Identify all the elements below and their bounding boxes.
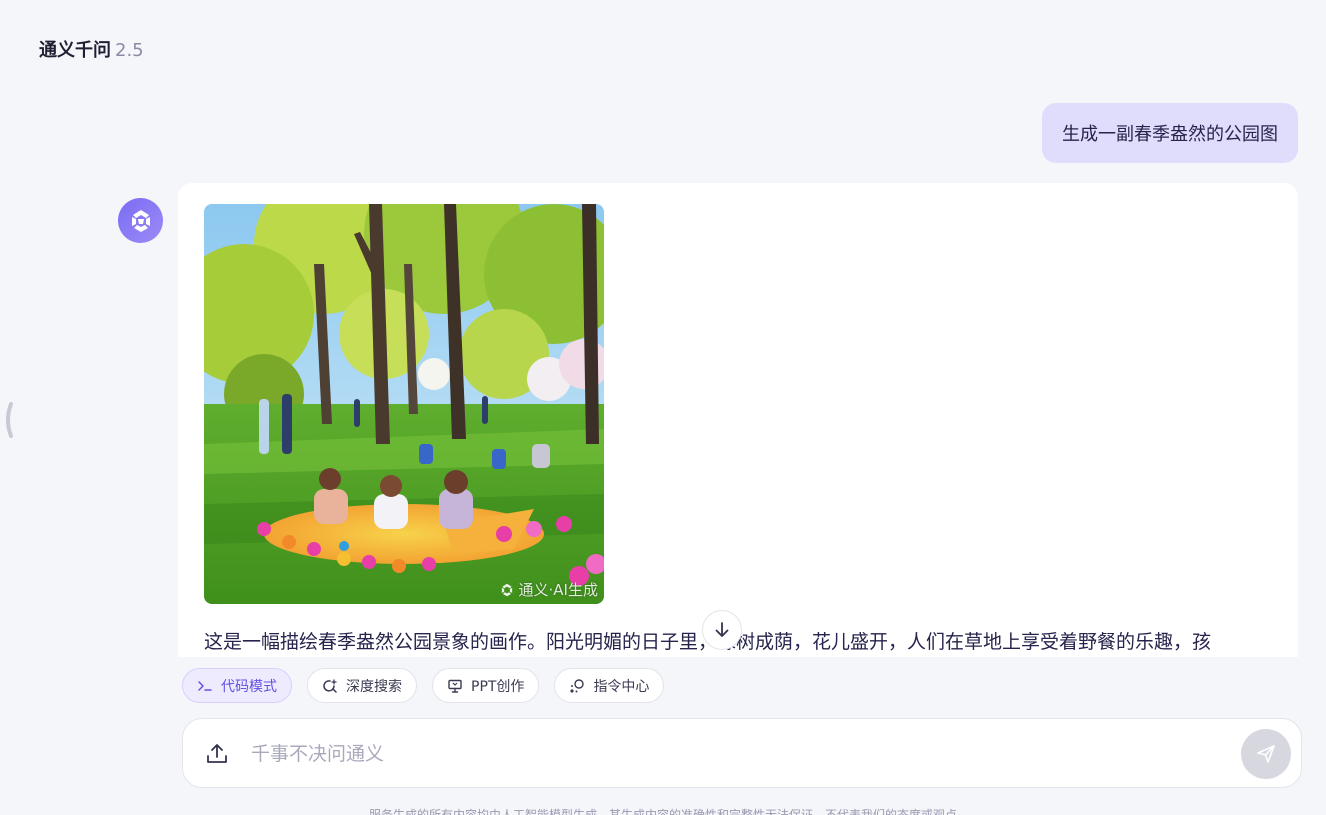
terminal-icon xyxy=(198,680,212,691)
disclaimer-text: 服务生成的所有内容均由人工智能模型生成，其生成内容的准确性和完整性无法保证，不代… xyxy=(368,808,957,815)
user-message-text: 生成一副春季盎然的公园图 xyxy=(1062,124,1278,145)
park-scene-image xyxy=(204,204,604,604)
ppt-creation-label: PPT创作 xyxy=(471,678,525,695)
chat-page: 通义千问 2.5 生成一副春季盎然的公园图 通义·AI生成 代码模式 深度搜索 … xyxy=(0,0,1326,815)
presentation-icon xyxy=(448,679,462,693)
deep-search-label: 深度搜索 xyxy=(346,678,402,695)
deep-search-icon xyxy=(323,678,337,693)
generated-image[interactable]: 通义·AI生成 xyxy=(204,204,604,604)
app-name: 通义千问 xyxy=(39,40,111,61)
upload-icon xyxy=(207,744,227,763)
send-icon xyxy=(1257,745,1275,763)
app-title: 通义千问 2.5 xyxy=(39,36,144,62)
chat-input-box xyxy=(182,718,1302,788)
command-center-label: 指令中心 xyxy=(593,678,650,695)
app-version: 2.5 xyxy=(115,40,144,61)
arrow-down-icon xyxy=(715,622,729,637)
code-mode-label: 代码模式 xyxy=(221,678,277,695)
quick-actions: 代码模式 深度搜索 PPT创作 指令中心 xyxy=(182,668,665,703)
ai-watermark: 通义·AI生成 xyxy=(499,579,598,600)
assistant-avatar xyxy=(118,198,163,243)
ppt-creation-button[interactable]: PPT创作 xyxy=(432,668,540,703)
user-message: 生成一副春季盎然的公园图 xyxy=(1042,103,1298,163)
deep-search-button[interactable]: 深度搜索 xyxy=(307,668,417,703)
chat-input[interactable] xyxy=(251,739,1151,769)
tongyi-logo-icon xyxy=(501,583,512,596)
command-center-icon xyxy=(570,678,585,693)
upload-button[interactable] xyxy=(205,742,229,770)
send-button[interactable] xyxy=(1241,729,1291,779)
command-center-button[interactable]: 指令中心 xyxy=(554,668,665,703)
assistant-message: 通义·AI生成 这是一幅描绘春季盎然公园景象的画作。阳光明媚的日子里，绿树成荫，… xyxy=(178,183,1298,657)
tongyi-logo-icon xyxy=(131,209,150,232)
collapse-handle-icon xyxy=(6,402,13,438)
watermark-text: 通义·AI生成 xyxy=(518,581,598,599)
code-mode-button[interactable]: 代码模式 xyxy=(182,668,292,703)
sidebar-toggle[interactable] xyxy=(3,402,13,438)
scroll-to-bottom-button[interactable] xyxy=(702,610,742,650)
